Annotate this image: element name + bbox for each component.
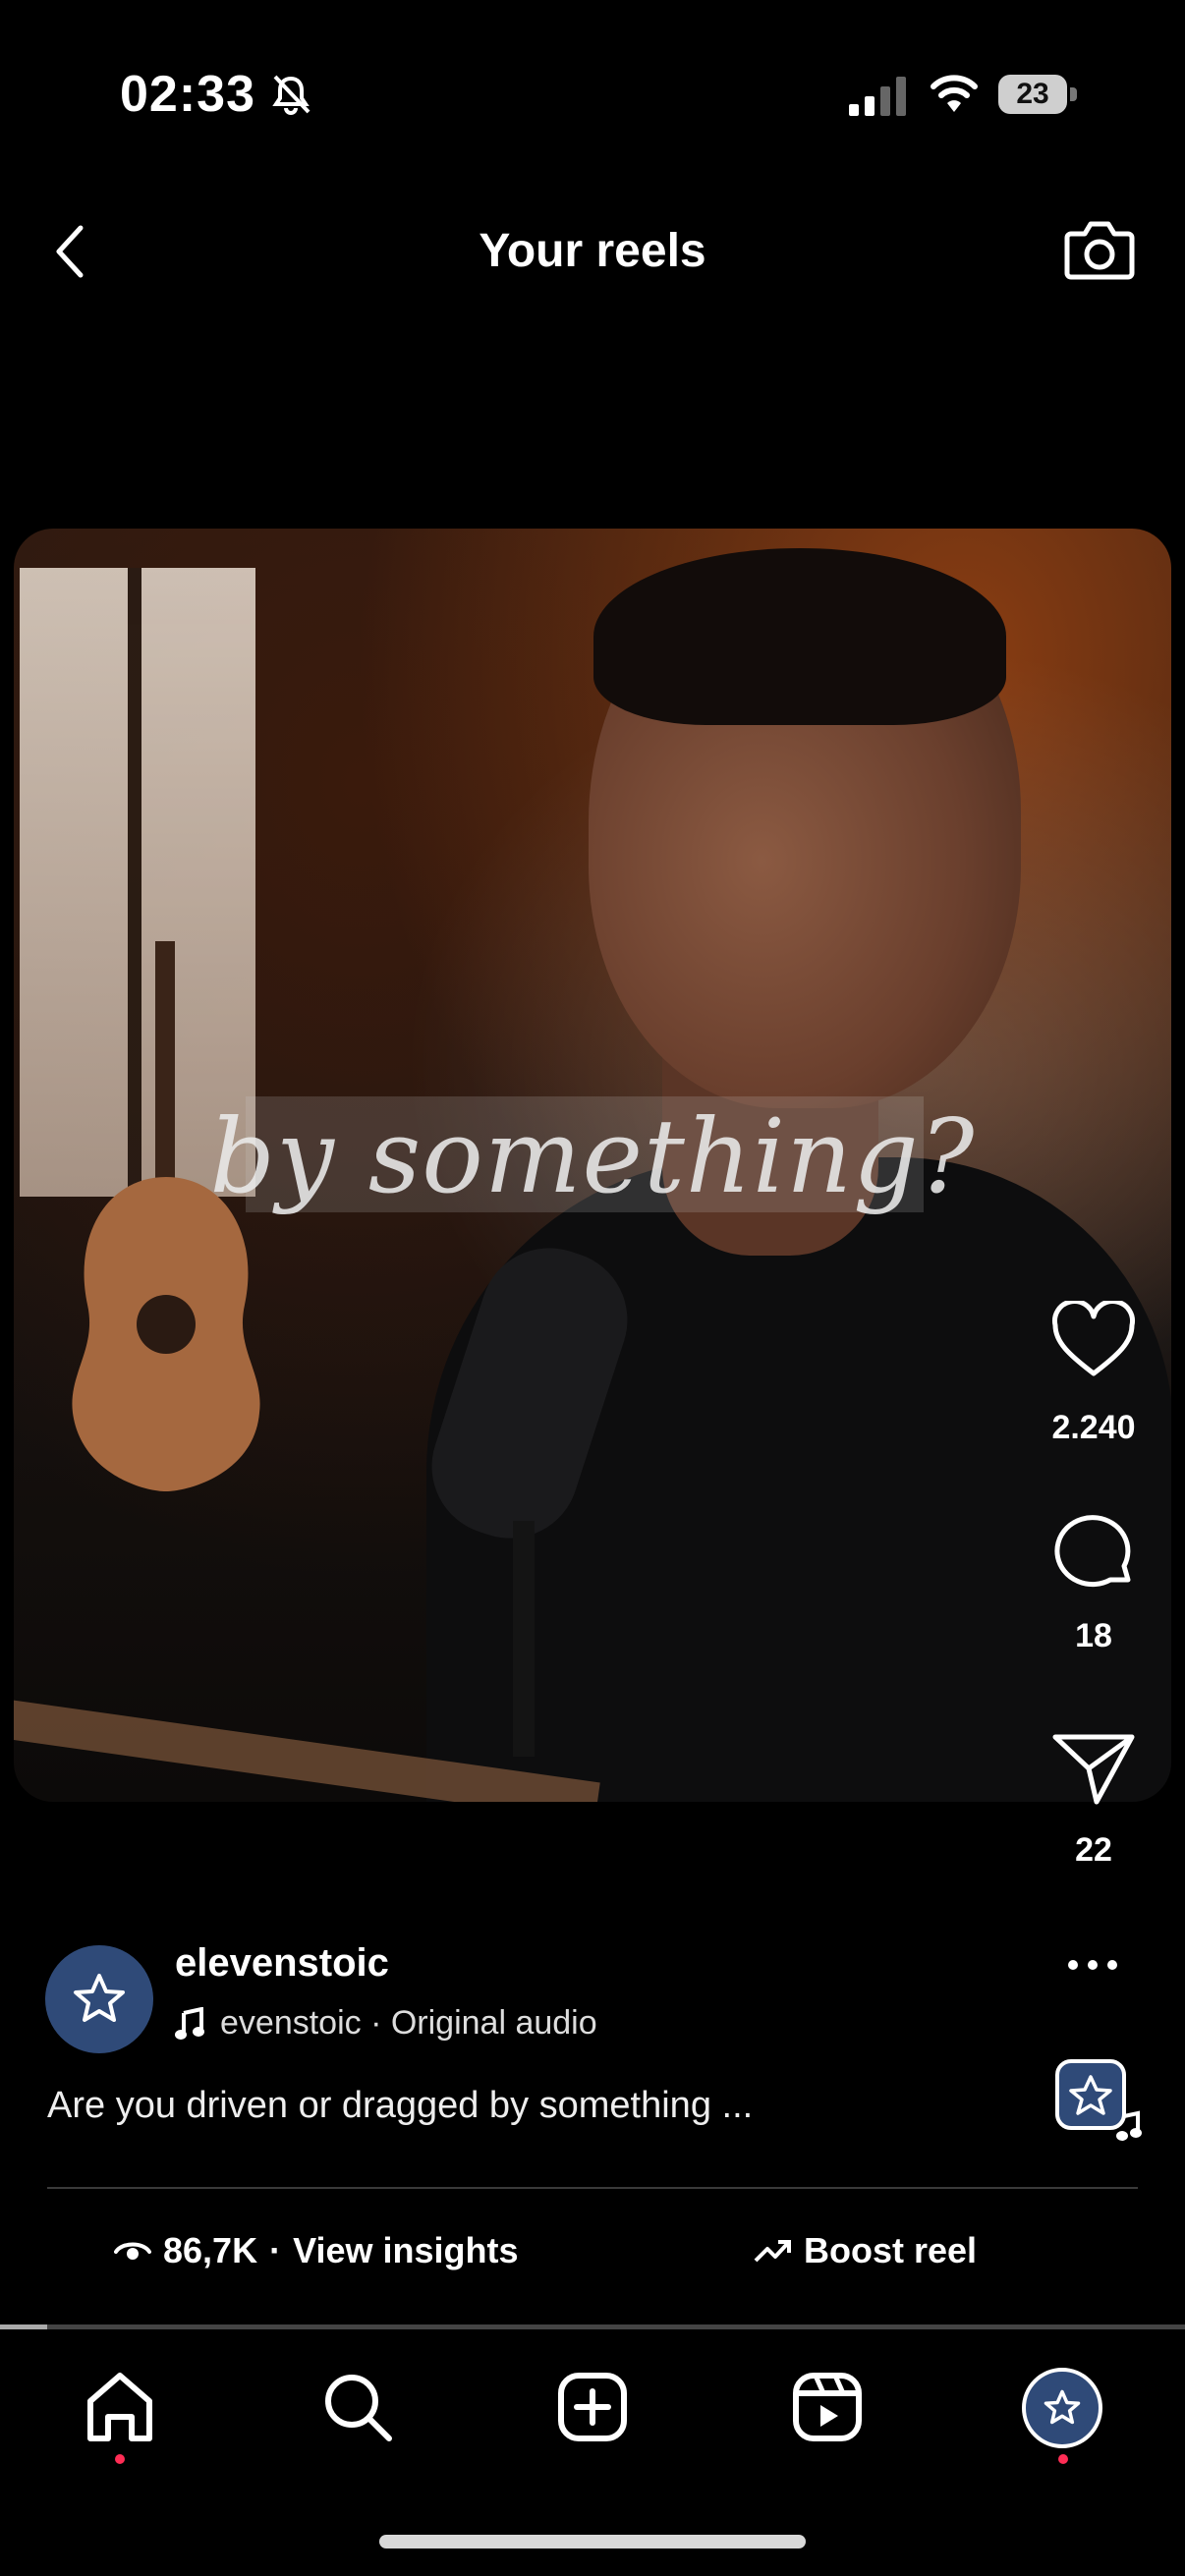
create-post-icon[interactable] xyxy=(553,2368,632,2446)
video-progress-fill xyxy=(0,2324,48,2329)
wifi-icon xyxy=(931,75,978,112)
star-icon xyxy=(1044,2389,1081,2425)
view-insights-label: View insights xyxy=(293,2230,519,2270)
comment-icon[interactable] xyxy=(1049,1513,1138,1592)
battery-level: 23 xyxy=(998,75,1067,114)
boost-reel-button[interactable]: Boost reel xyxy=(753,2230,977,2271)
heart-icon[interactable] xyxy=(1049,1301,1138,1379)
camera-icon[interactable] xyxy=(1061,214,1138,285)
search-icon[interactable] xyxy=(318,2368,397,2446)
profile-notification-dot xyxy=(1058,2454,1068,2464)
cellular-signal-icon xyxy=(849,77,906,116)
bell-muted-icon xyxy=(272,75,310,115)
home-notification-dot xyxy=(115,2454,125,2464)
reel-caption[interactable]: Are you driven or dragged by something .… xyxy=(47,2085,753,2127)
trending-up-icon xyxy=(754,2240,791,2263)
likes-count: 2.240 xyxy=(1051,1409,1136,1446)
microphone-illustration xyxy=(431,1248,628,1757)
star-icon xyxy=(74,1974,125,2022)
battery-indicator: 23 xyxy=(998,75,1079,114)
reel-overlay-text: by something? xyxy=(209,1096,976,1216)
comments-count: 18 xyxy=(1075,1617,1112,1654)
avatar[interactable] xyxy=(45,1945,153,2053)
profile-avatar-tab[interactable] xyxy=(1022,2368,1102,2448)
shares-count: 22 xyxy=(1075,1831,1112,1869)
boost-reel-label: Boost reel xyxy=(804,2230,978,2270)
reel-video[interactable]: by something? xyxy=(14,529,1171,1802)
home-icon[interactable] xyxy=(81,2368,159,2446)
home-indicator xyxy=(379,2535,806,2548)
eye-icon xyxy=(114,2242,151,2260)
music-note-icon xyxy=(175,2006,204,2040)
more-options-icon[interactable] xyxy=(1065,1945,1120,1985)
reels-icon[interactable] xyxy=(788,2368,867,2446)
page-title: Your reels xyxy=(479,225,706,277)
author-username[interactable]: elevenstoic xyxy=(175,1941,389,1986)
views-count: 86,7K xyxy=(163,2230,258,2270)
person-hair xyxy=(593,548,1006,725)
share-icon[interactable] xyxy=(1049,1729,1138,1808)
video-progress-bar[interactable] xyxy=(0,2324,1185,2329)
audio-thumbnail-icon[interactable] xyxy=(1053,2057,1142,2146)
divider xyxy=(47,2187,1138,2189)
status-time: 02:33 xyxy=(120,66,255,123)
audio-label: evenstoic · Original audio xyxy=(220,2004,597,2042)
insights-separator: · xyxy=(269,2230,282,2270)
guitar-illustration xyxy=(72,941,260,1491)
view-insights-button[interactable]: 86,7K · View insights xyxy=(114,2230,518,2271)
audio-info[interactable]: evenstoic · Original audio xyxy=(175,2004,597,2043)
